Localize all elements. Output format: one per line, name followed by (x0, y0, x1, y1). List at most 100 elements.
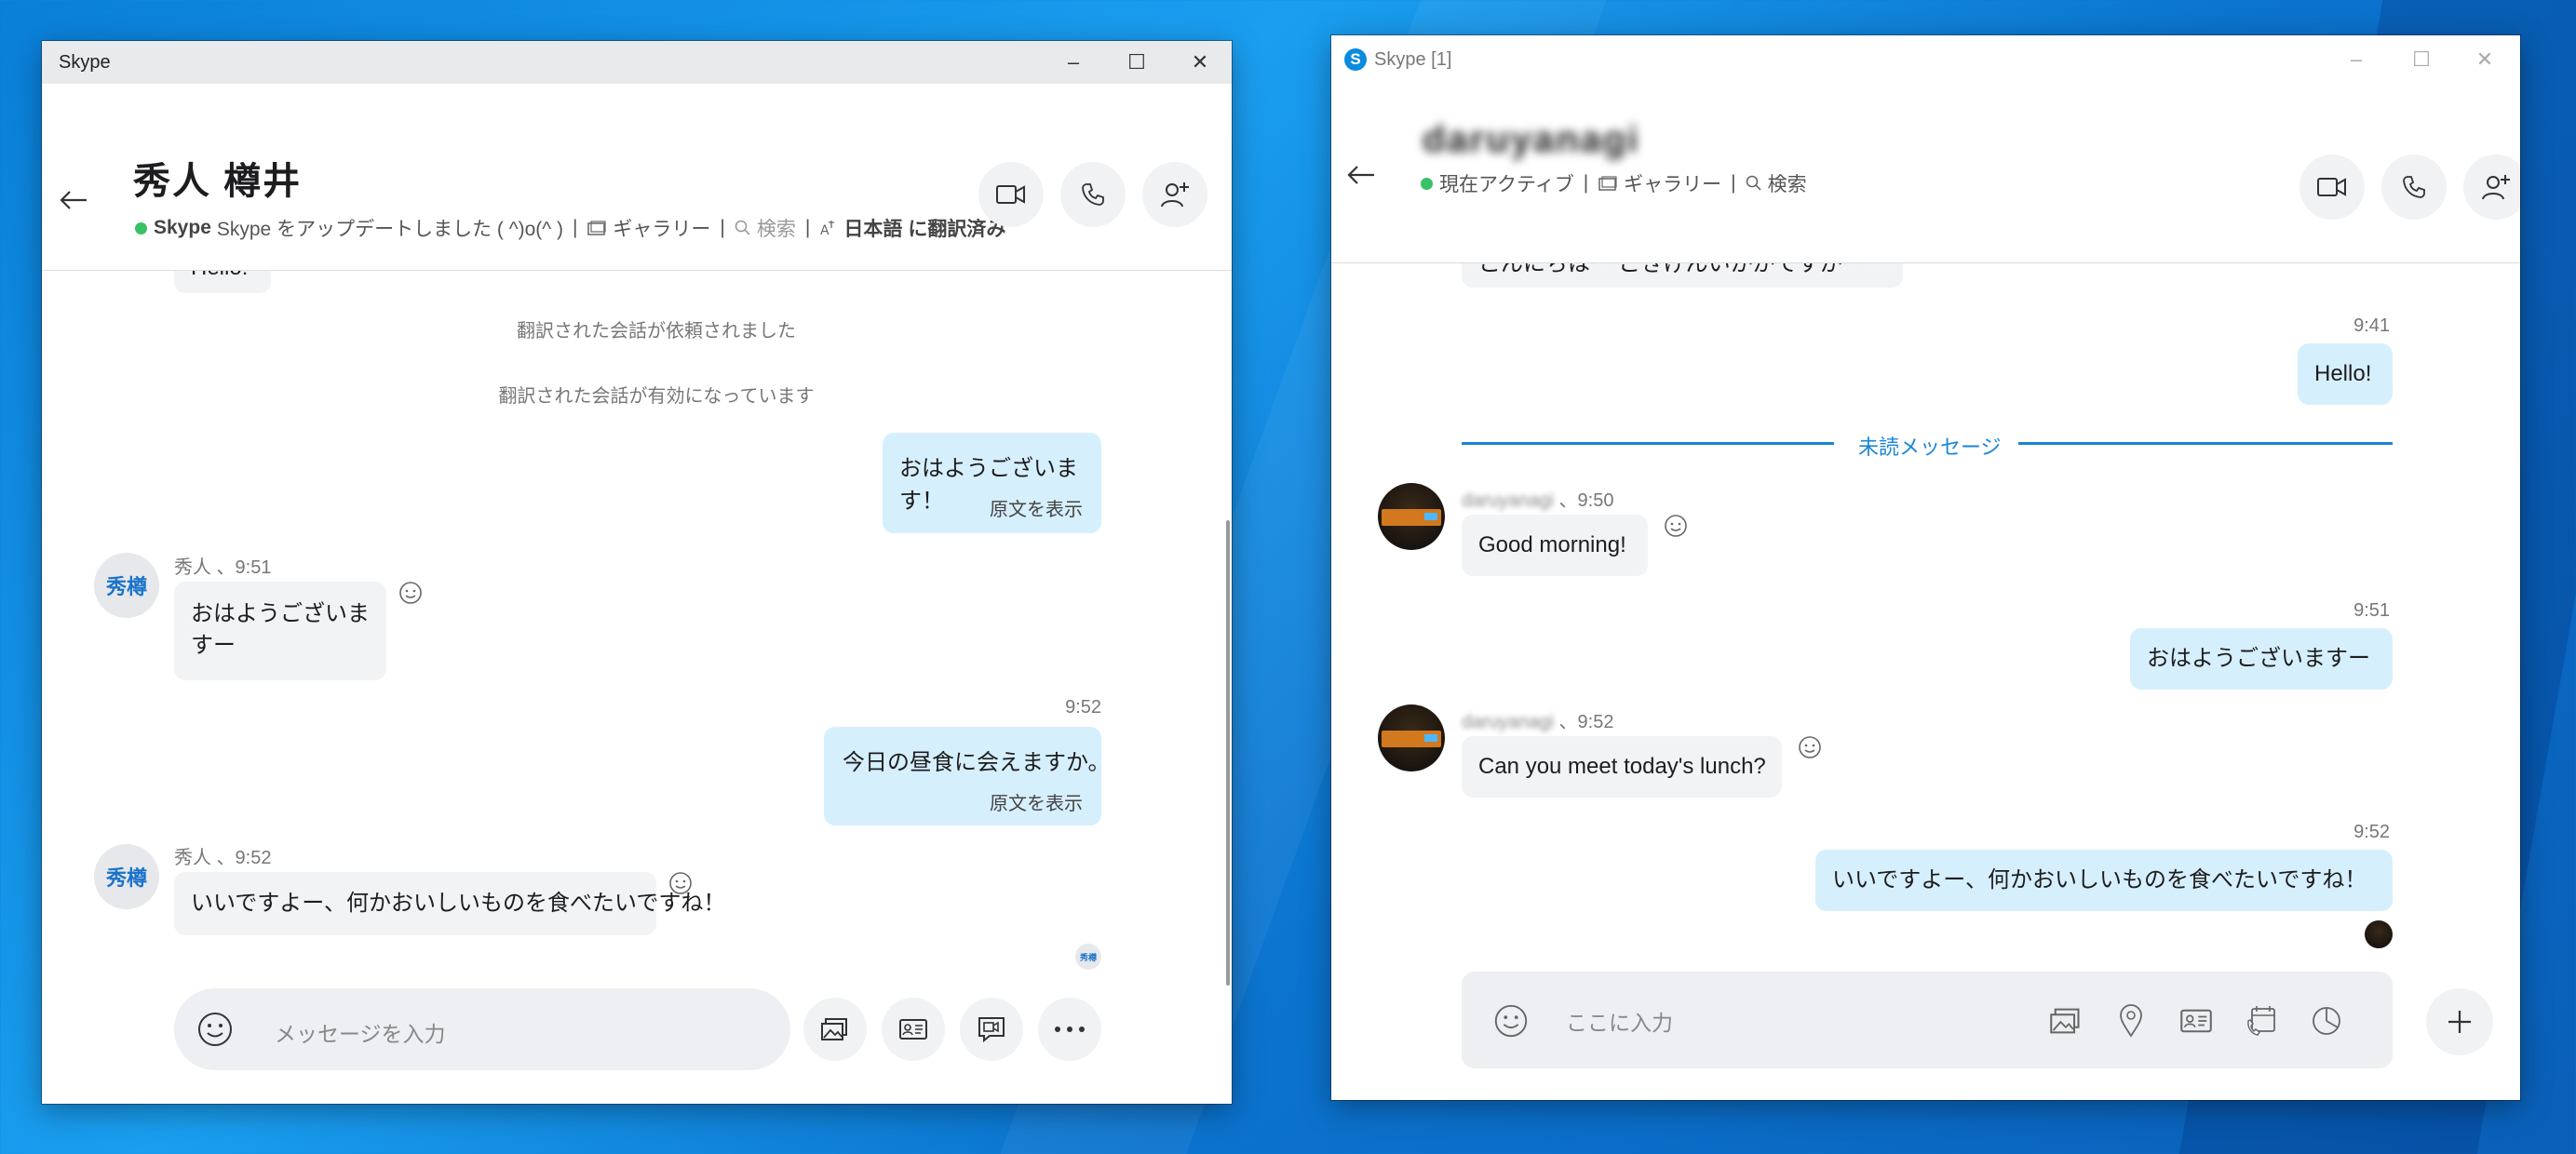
message-input[interactable]: ここに入力 (1566, 1005, 1673, 1037)
poll-chart-icon (2313, 1007, 2340, 1035)
create-poll-button[interactable] (2305, 1000, 2348, 1042)
add-reaction-icon[interactable] (1663, 513, 1689, 539)
message-composer[interactable]: メッセージを入力 (174, 988, 790, 1070)
skype-logo-icon: S (1344, 48, 1367, 71)
send-media-button[interactable] (2044, 1000, 2087, 1042)
video-camera-icon (996, 185, 1025, 204)
message-bubble-incoming[interactable]: Good morning! (1462, 515, 1648, 576)
gallery-icon (1598, 176, 1617, 191)
gallery-icon (821, 1018, 847, 1040)
chat-header: 秀人 樽井 Skype Skype をアップデートしました ( ^)o(^ ) … (42, 84, 1232, 271)
search-link[interactable]: 検索 (1746, 169, 1807, 197)
back-button[interactable] (55, 181, 92, 219)
arrow-left-icon (1347, 166, 1374, 184)
video-call-button[interactable] (978, 162, 1044, 227)
emoji-icon[interactable] (1491, 1001, 1531, 1040)
add-participant-button[interactable] (1142, 162, 1207, 227)
status-text: Skype をアップデートしました ( ^)o(^ ) (216, 219, 563, 240)
video-camera-icon (2317, 178, 2346, 196)
chat-header: daruyanagi 現在アクティブ | ギャラリー | 検索 (1331, 84, 2520, 263)
message-composer[interactable]: ここに入力 (1462, 972, 2393, 1068)
minimize-button[interactable]: – (2325, 35, 2388, 84)
translate-status[interactable]: A 日本語 に翻訳済み (819, 214, 1005, 242)
message-meta: 秀人 、9:52 (174, 848, 272, 868)
sender-name: daruyanagi (1462, 490, 1554, 511)
add-participant-button[interactable] (2463, 154, 2520, 220)
add-person-icon (1161, 182, 1189, 208)
avatar[interactable]: 秀樽 (94, 844, 159, 909)
search-icon (1746, 175, 1761, 191)
message-bubble-outgoing[interactable]: おはようございます！ 原文を表示 (883, 433, 1101, 533)
phone-icon (2403, 176, 2425, 198)
show-original-link[interactable]: 原文を表示 (990, 788, 1083, 815)
contact-card-icon (899, 1019, 927, 1040)
show-original-link[interactable]: 原文を表示 (990, 494, 1083, 521)
audio-call-button[interactable] (2381, 154, 2447, 220)
calendar-phone-icon (2247, 1006, 2275, 1036)
add-reaction-icon[interactable] (398, 580, 424, 606)
location-pin-icon (2120, 1004, 2142, 1038)
schedule-call-button[interactable] (2240, 1000, 2283, 1042)
message-meta: 秀人 、9:51 (174, 557, 272, 578)
contact-subline: Skype Skype をアップデートしました ( ^)o(^ ) | ギャラリ… (135, 214, 1005, 242)
avatar[interactable] (1378, 483, 1445, 550)
video-message-button[interactable] (960, 998, 1023, 1061)
search-link[interactable]: 検索 (735, 214, 796, 242)
gallery-link[interactable]: ギャラリー (1598, 169, 1721, 197)
gallery-link[interactable]: ギャラリー (587, 214, 710, 242)
message-bubble-outgoing[interactable]: おはようございますー (2130, 628, 2393, 690)
message-bubble-incoming[interactable]: おはようございますー (174, 582, 386, 680)
message-bubble-outgoing[interactable]: いいですよー、何かおいしいものを食べたいですね！ (1815, 850, 2393, 911)
send-media-button[interactable] (803, 998, 867, 1061)
contact-subline: 現在アクティブ | ギャラリー | 検索 (1421, 169, 1807, 197)
message-input[interactable]: メッセージを入力 (275, 1016, 446, 1048)
send-contact-button[interactable] (2175, 1000, 2218, 1042)
unread-divider-line (2018, 442, 2393, 445)
message-bubble-incoming[interactable]: Can you meet today's lunch? (1462, 736, 1782, 798)
emoji-icon[interactable] (195, 1009, 236, 1050)
message-bubble-outgoing[interactable]: 今日の昼食に会えますか。 原文を表示 (824, 727, 1111, 825)
avatar[interactable]: 秀樽 (94, 553, 159, 618)
message-bubble-outgoing[interactable]: Hello! (2298, 343, 2393, 405)
message-bubble-partial: Hello! (174, 271, 271, 293)
more-options-button[interactable] (1038, 998, 1101, 1061)
sender-name: daruyanagi (1462, 712, 1554, 732)
title-bar[interactable]: S Skype [1] – ☐ ✕ (1331, 35, 2520, 84)
avatar[interactable] (1378, 704, 1445, 772)
back-button[interactable] (1342, 156, 1380, 194)
add-reaction-icon[interactable] (1797, 734, 1823, 760)
skype-window-left: Skype – ☐ ✕ 秀人 樽井 Skype Skype をアップデートしまし… (42, 41, 1232, 1104)
send-location-button[interactable] (2110, 1000, 2152, 1042)
skype-window-right: S Skype [1] – ☐ ✕ daruyanagi 現在アクティブ | ギ… (1331, 35, 2520, 1100)
close-button[interactable]: ✕ (2453, 35, 2516, 84)
message-bubble-incoming[interactable]: いいですよー、何かおいしいものを食べたいですね！ (174, 872, 725, 935)
audio-call-button[interactable] (1060, 162, 1126, 227)
unread-divider-line (1462, 442, 1834, 445)
send-contact-button[interactable] (882, 998, 945, 1061)
read-receipt-avatar: 秀樽 (1075, 944, 1101, 970)
maximize-button[interactable]: ☐ (1105, 41, 1168, 84)
scrollbar[interactable] (1226, 520, 1230, 986)
unread-messages-label: 未読メッセージ (1858, 436, 2002, 459)
title-bar[interactable]: Skype – ☐ ✕ (42, 41, 1232, 84)
add-reaction-icon[interactable] (668, 870, 694, 896)
close-button[interactable]: ✕ (1168, 41, 1232, 84)
more-dots-icon (1055, 1027, 1085, 1032)
read-receipt-avatar (2365, 920, 2393, 948)
svg-text:A: A (820, 223, 829, 237)
message-meta: daruyanagi 、9:52 (1462, 712, 1614, 732)
contact-name: daruyanagi (1423, 119, 1640, 160)
add-more-button[interactable] (2426, 988, 2493, 1055)
window-title: Skype (59, 51, 111, 73)
chat-area: Hello! 翻訳された会話が依頼されました 翻訳された会話が有効になっています… (42, 271, 1232, 1006)
minimize-button[interactable]: – (1042, 41, 1105, 84)
plus-icon (2448, 1011, 2471, 1033)
gallery-icon (2050, 1008, 2080, 1034)
maximize-button[interactable]: ☐ (2390, 35, 2453, 84)
message-meta: daruyanagi 、9:50 (1462, 490, 1614, 511)
video-call-button[interactable] (2300, 154, 2365, 220)
online-status-dot (1421, 177, 1433, 190)
contact-name: 秀人 樽井 (133, 161, 303, 202)
gallery-icon (587, 221, 607, 235)
add-person-icon (2482, 175, 2510, 200)
